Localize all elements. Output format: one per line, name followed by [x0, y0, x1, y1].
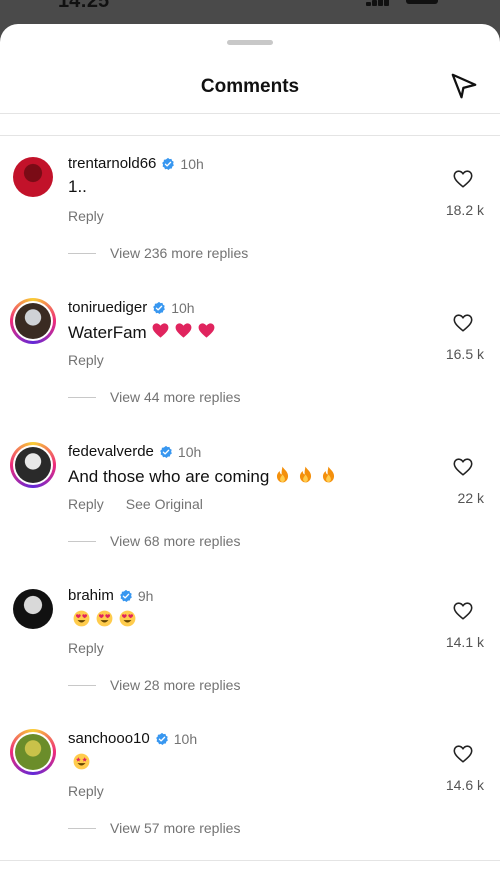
comment-text: [68, 752, 91, 776]
view-more-label: View 68 more replies: [110, 533, 241, 549]
username[interactable]: brahim: [68, 587, 114, 604]
comment-item: brahim 9h Reply 14.1 k View 28 more repl…: [0, 586, 500, 730]
comment-text: [68, 609, 137, 633]
battery-icon: [406, 0, 438, 4]
comment-item: fedevalverde 10h And those who are comin…: [0, 442, 500, 586]
comment-actions: Reply: [68, 783, 104, 799]
like-count: 14.1 k: [445, 634, 484, 650]
heart-icon[interactable]: [452, 456, 474, 478]
like-count: 18.2 k: [445, 202, 484, 218]
heart-eyes-emoji: [118, 609, 137, 633]
comment-actions: Reply: [68, 208, 104, 224]
comment-body: And those who are coming: [68, 467, 270, 486]
comment-actions: Reply: [68, 352, 104, 368]
comment-body: WaterFam: [68, 323, 147, 342]
red-heart-emoji: [197, 321, 216, 345]
reply-button[interactable]: Reply: [68, 208, 104, 224]
comment-header: sanchooo10 10h: [68, 730, 197, 747]
comment-time: 10h: [180, 155, 204, 172]
view-more-label: View 57 more replies: [110, 820, 241, 836]
header-divider: [0, 113, 500, 114]
comment-text: 1..: [68, 177, 87, 197]
avatar[interactable]: [10, 298, 56, 344]
comment-time: 10h: [171, 299, 195, 316]
replies-line: [68, 396, 96, 398]
comment-item: trentarnold66 10h 1.. Reply 18.2 k View …: [0, 154, 500, 298]
verified-badge-icon: [153, 301, 166, 314]
avatar[interactable]: [10, 442, 56, 488]
comment-actions: Reply: [68, 640, 104, 656]
red-heart-emoji: [151, 321, 170, 345]
reply-button[interactable]: Reply: [68, 783, 104, 799]
comment-item: sanchooo10 10h Reply 14.6 k View 57 more…: [0, 729, 500, 873]
fire-emoji: [319, 465, 338, 489]
send-icon[interactable]: [449, 71, 479, 101]
replies-line: [68, 540, 96, 542]
footer-divider: [0, 860, 500, 861]
like-count: 14.6 k: [445, 777, 484, 793]
heart-icon[interactable]: [452, 168, 474, 190]
comment-time: 9h: [137, 587, 154, 604]
view-more-replies[interactable]: View 68 more replies: [68, 533, 240, 549]
sheet-title: Comments: [200, 76, 300, 97]
verified-badge-icon: [155, 732, 168, 745]
comment-body: 1..: [68, 177, 87, 196]
reply-button[interactable]: Reply: [68, 496, 104, 512]
header-divider-secondary: [0, 135, 500, 136]
comment-actions: Reply See Original: [68, 496, 203, 512]
status-bar: 14:25: [0, 0, 500, 24]
username[interactable]: toniruediger: [68, 299, 147, 316]
comment-header: trentarnold66 10h: [68, 155, 204, 172]
heart-icon[interactable]: [452, 743, 474, 765]
red-heart-emoji: [174, 321, 193, 345]
heart-icon[interactable]: [452, 600, 474, 622]
comment-text: And those who are coming: [68, 465, 338, 489]
avatar[interactable]: [10, 154, 56, 200]
verified-badge-icon: [120, 589, 132, 602]
avatar[interactable]: [10, 586, 56, 632]
comment-header: brahim 9h: [68, 587, 153, 604]
username[interactable]: fedevalverde: [68, 443, 154, 460]
verified-badge-icon: [162, 157, 175, 170]
replies-line: [68, 252, 96, 254]
comments-sheet: Comments trentarnold66 10h 1.. Reply 18.…: [0, 24, 500, 875]
fire-emoji: [273, 465, 292, 489]
see-original-button[interactable]: See Original: [126, 496, 203, 512]
sheet-grabber[interactable]: [227, 40, 273, 45]
fire-emoji: [296, 465, 315, 489]
view-more-label: View 44 more replies: [110, 389, 241, 405]
view-more-replies[interactable]: View 236 more replies: [68, 245, 248, 261]
view-more-replies[interactable]: View 28 more replies: [68, 677, 240, 693]
username[interactable]: trentarnold66: [68, 155, 156, 172]
view-more-replies[interactable]: View 44 more replies: [68, 389, 240, 405]
heart-eyes-emoji: [72, 609, 91, 633]
like-count: 22 k: [457, 490, 484, 506]
view-more-label: View 236 more replies: [110, 245, 249, 261]
reply-button[interactable]: Reply: [68, 352, 104, 368]
status-time: 14:25: [58, 0, 110, 12]
signal-icon: [366, 0, 390, 6]
replies-line: [68, 684, 96, 686]
verified-badge-icon: [160, 445, 172, 458]
heart-icon[interactable]: [452, 312, 474, 334]
avatar[interactable]: [10, 729, 56, 775]
comment-time: 10h: [173, 730, 198, 747]
reply-button[interactable]: Reply: [68, 640, 104, 656]
star-struck-emoji: [72, 752, 91, 776]
username[interactable]: sanchooo10: [68, 730, 150, 747]
like-count: 16.5 k: [445, 346, 484, 362]
comment-time: 10h: [177, 443, 202, 460]
replies-line: [68, 827, 96, 829]
view-more-label: View 28 more replies: [110, 677, 241, 693]
comment-header: fedevalverde 10h: [68, 443, 201, 460]
heart-eyes-emoji: [95, 609, 114, 633]
comment-text: WaterFam: [68, 321, 216, 345]
comment-header: toniruediger 10h: [68, 299, 195, 316]
comment-item: toniruediger 10h WaterFam Reply 16.5 k V…: [0, 298, 500, 442]
view-more-replies[interactable]: View 57 more replies: [68, 820, 240, 836]
